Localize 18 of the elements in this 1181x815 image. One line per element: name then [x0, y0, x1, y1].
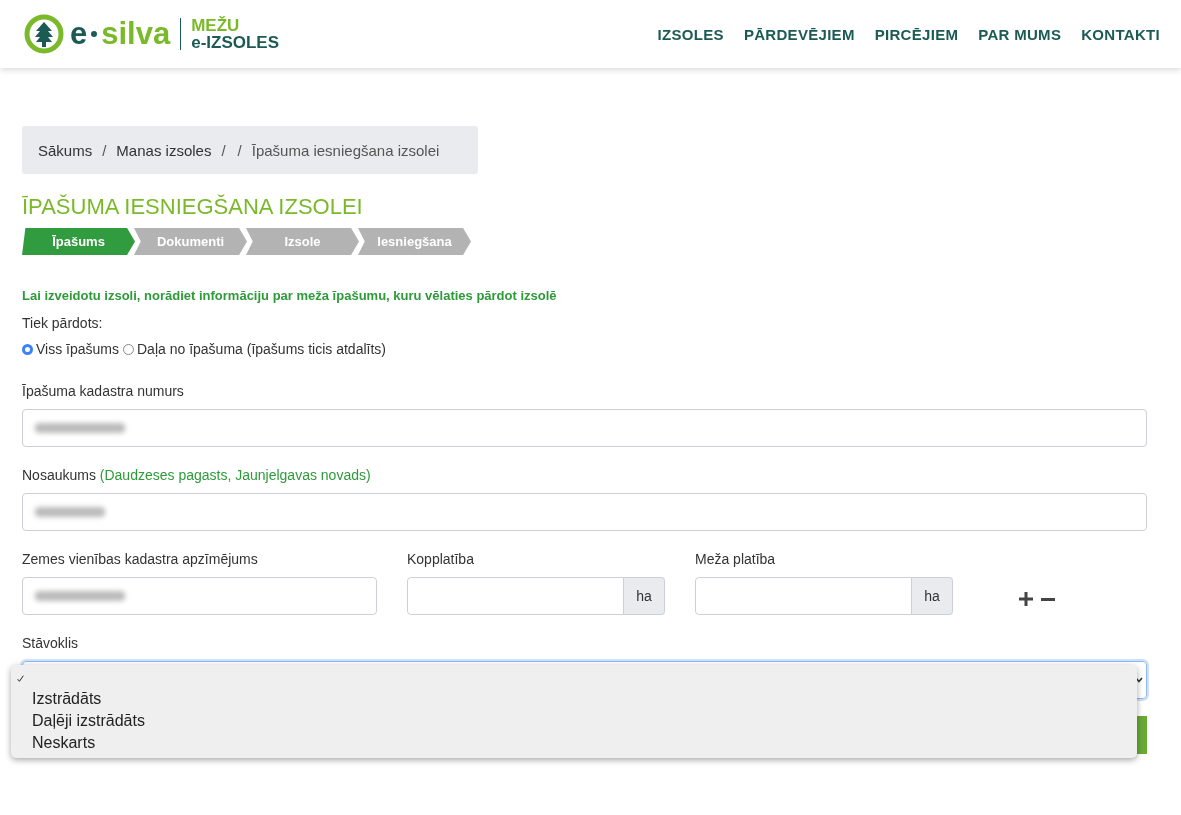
field-label: Kopplatība: [407, 551, 475, 567]
field-label: Tiek pārdots:: [22, 315, 104, 331]
unit-addon: ha: [624, 577, 665, 615]
breadcrumb-separator: /: [102, 141, 107, 159]
field-label: Nosaukums (Daudzeses pagasts, Jaunjelgavas novads): [22, 467, 372, 483]
intro-text: Lai izveidotu izsoli, norādiet informāciju par meža īpašumu, kuru vēlaties pārdot izsolē: [22, 288, 558, 303]
field-label: Zemes vienības kadastra apzīmējums: [22, 551, 259, 567]
logo-tagline: MEŽU: [191, 17, 241, 34]
page-title: ĪPAŠUMA IESNIEGŠANA IZSOLEI: [22, 194, 364, 220]
breadcrumb-current: Īpašuma iesniegšana izsolei: [251, 141, 440, 159]
field-label: Meža platība: [695, 551, 777, 567]
field-label: Stāvoklis: [22, 635, 80, 651]
unit-addon: ha: [912, 577, 953, 615]
breadcrumb-separator: /: [221, 141, 226, 159]
field-label: Īpašuma kadastra numurs: [22, 383, 185, 399]
logo-tagline: e-IZSOLES: [191, 34, 280, 51]
brand-name: e silva: [70, 16, 171, 52]
breadcrumb-separator: /: [237, 141, 242, 159]
